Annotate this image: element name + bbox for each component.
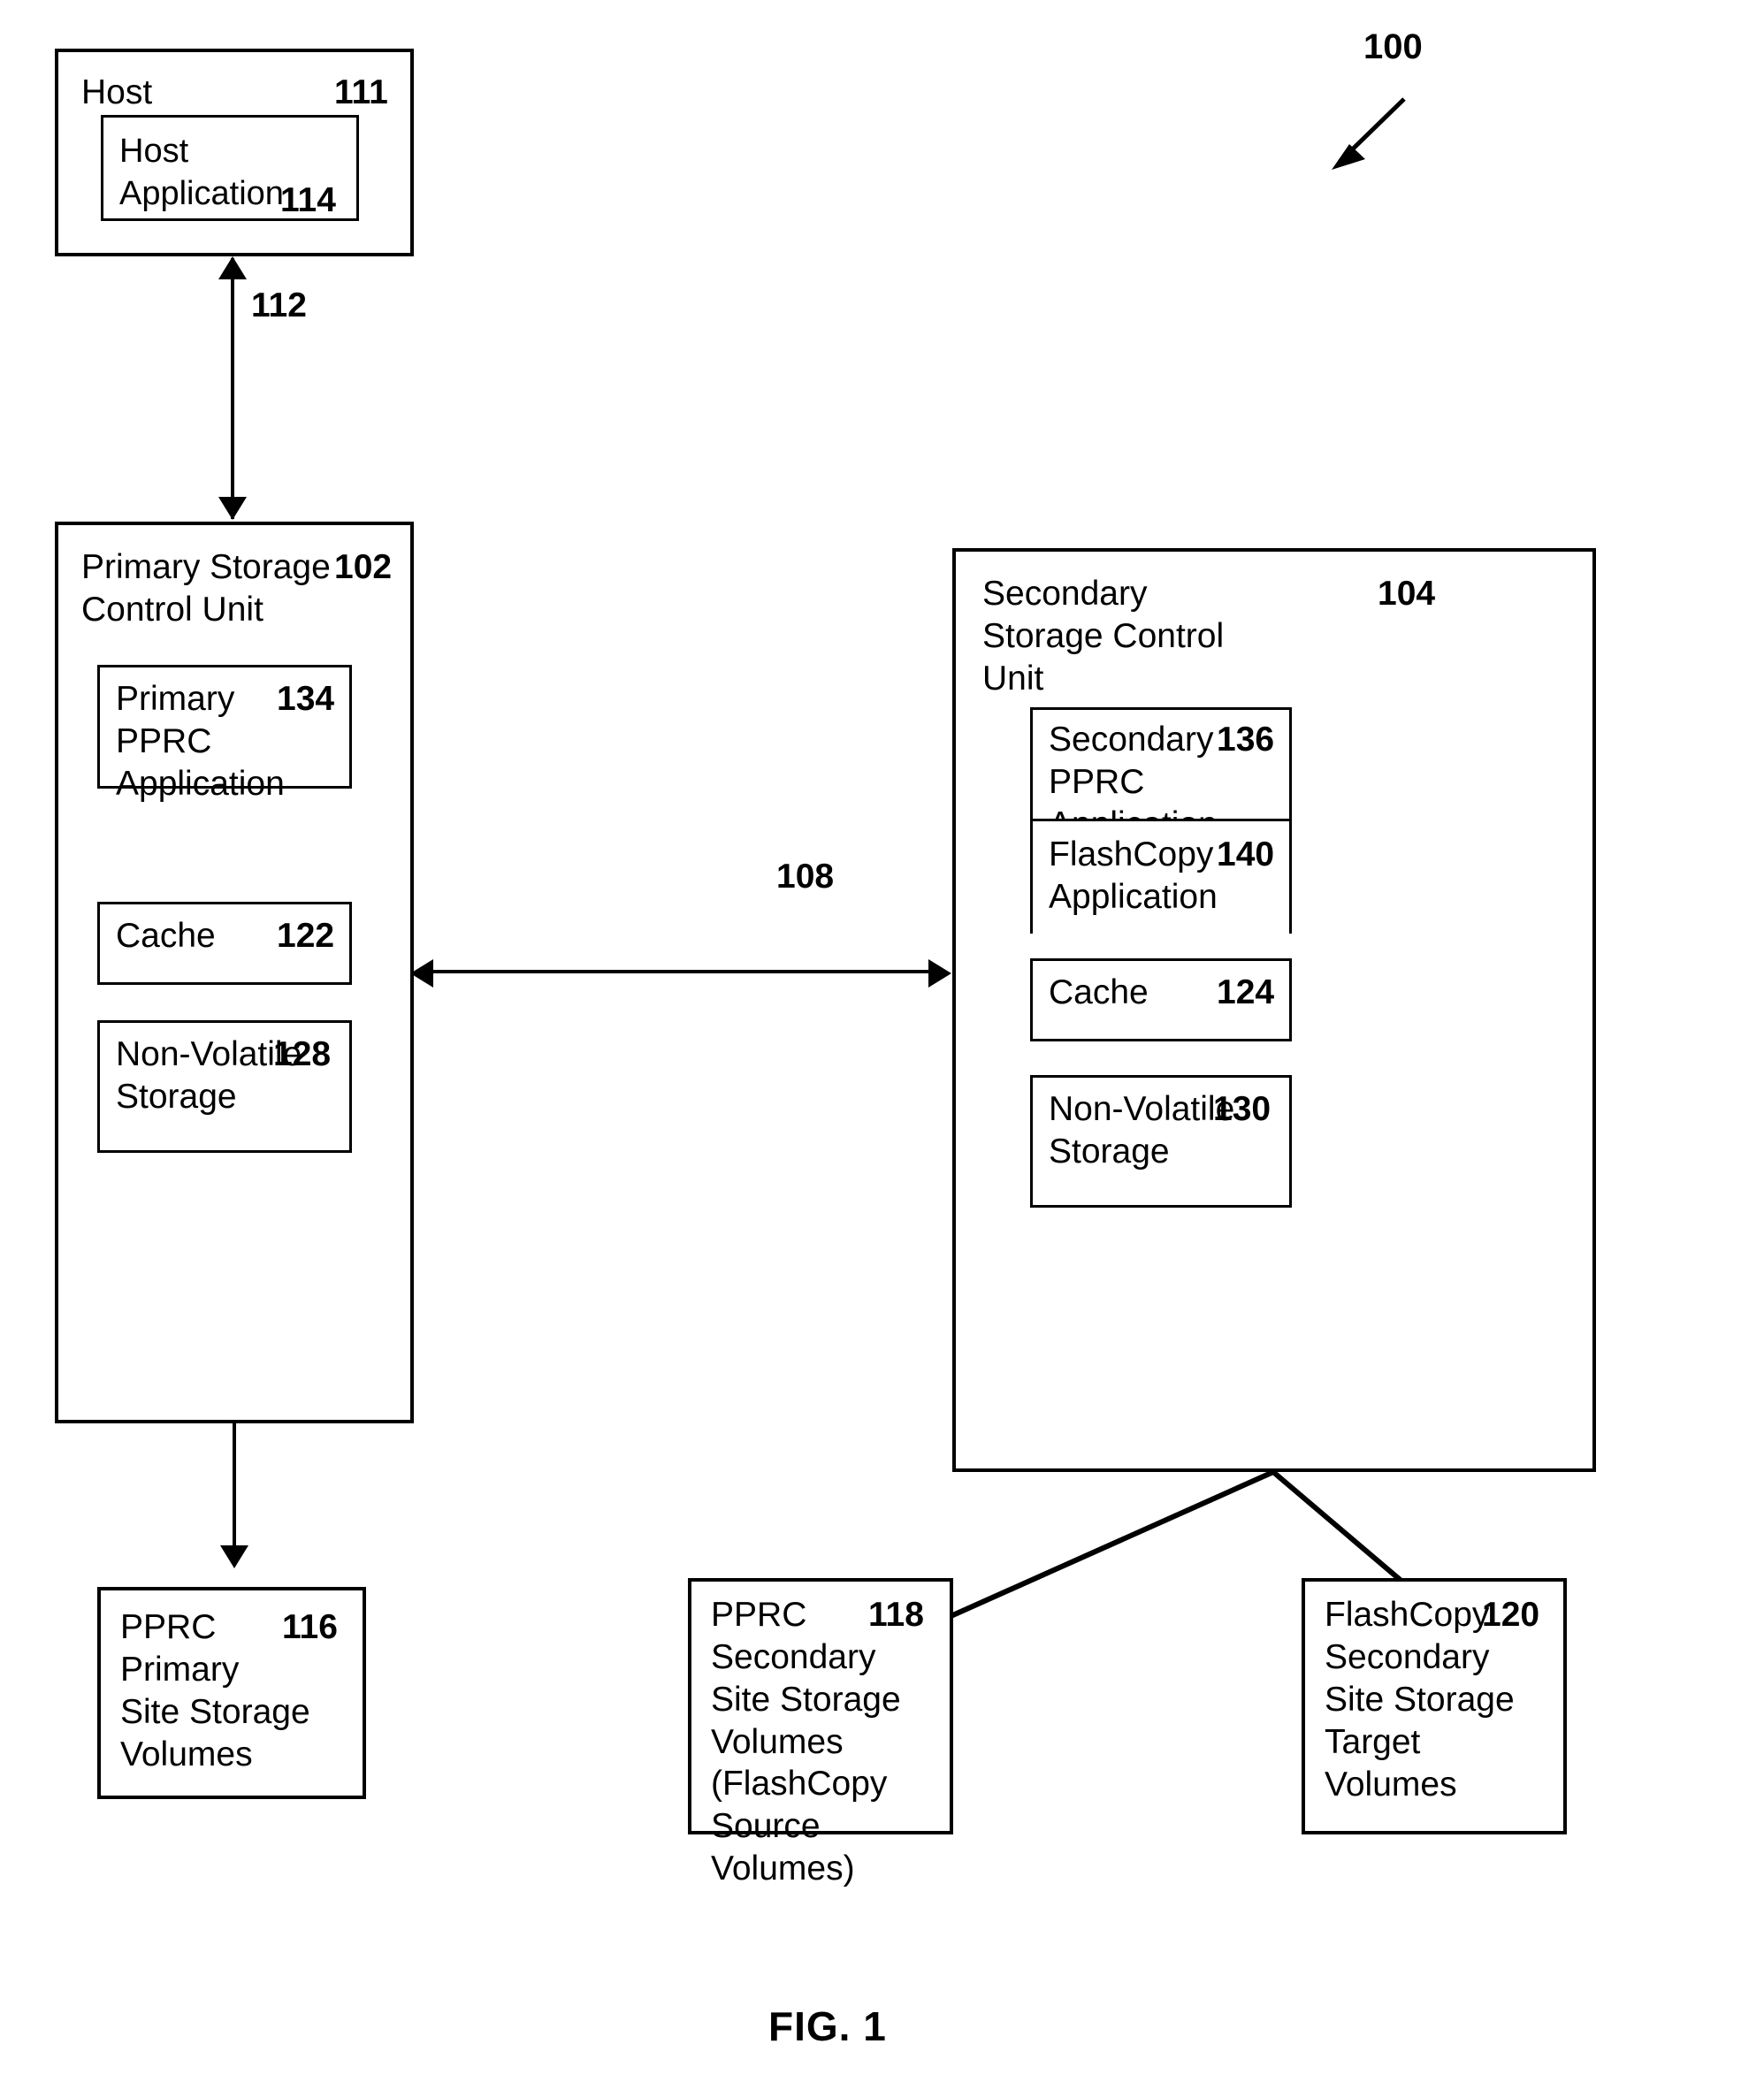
host-primary-line xyxy=(231,258,234,519)
primary-to-volumes-line xyxy=(233,1423,236,1556)
primary-pprc-application-box[interactable]: Primary PPRC Application 134 xyxy=(97,665,352,803)
primary-pprc-application-label: Primary PPRC Application xyxy=(116,680,285,803)
primary-storage-control-unit-box[interactable]: Primary Storage Control Unit 102 Primary… xyxy=(55,522,414,1423)
secondary-cache-label: Cache xyxy=(1049,973,1149,1011)
secondary-pprc-application-box[interactable]: Secondary PPRC Application 136 xyxy=(1033,710,1289,843)
pprc-primary-volumes-ref: 116 xyxy=(282,1608,338,1646)
secondary-pprc-application-ref: 136 xyxy=(1217,721,1275,759)
primary-to-volumes-arrowhead xyxy=(220,1545,248,1568)
flashcopy-target-volumes-box[interactable]: FlashCopy Secondary Site Storage Target … xyxy=(1302,1578,1567,1834)
primary-cache-ref: 122 xyxy=(277,917,335,955)
connector-112-ref: 112 xyxy=(251,286,307,324)
primary-secondary-line xyxy=(431,970,935,973)
primary-storage-control-unit-ref: 102 xyxy=(334,548,393,586)
primary-cache-label: Cache xyxy=(116,917,216,955)
system-pointer-arrow xyxy=(1332,97,1406,170)
primary-pprc-application-ref: 134 xyxy=(277,680,335,718)
secondary-nvs-box[interactable]: Non-Volatile Storage 130 xyxy=(1030,1075,1292,1208)
system-reference-number: 100 xyxy=(1363,27,1423,66)
primary-secondary-arrowhead-left xyxy=(410,959,433,988)
secondary-nvs-ref: 130 xyxy=(1213,1090,1271,1128)
host-label: Host xyxy=(81,73,153,111)
host-ref: 111 xyxy=(334,73,388,111)
secondary-cache-ref: 124 xyxy=(1217,973,1275,1011)
host-application-ref: 114 xyxy=(280,181,336,219)
secondary-storage-control-unit-box[interactable]: Secondary Storage Control Unit 104 Secon… xyxy=(952,548,1596,1472)
flashcopy-target-volumes-ref: 120 xyxy=(1482,1596,1540,1634)
primary-cache-box[interactable]: Cache 122 xyxy=(97,902,352,985)
secondary-storage-control-unit-label: Secondary Storage Control Unit xyxy=(982,575,1225,698)
secondary-applications-stack: Secondary PPRC Application 136 FlashCopy… xyxy=(1030,707,1292,934)
connector-108-ref: 108 xyxy=(776,858,835,896)
secondary-storage-control-unit-ref: 104 xyxy=(1378,575,1436,613)
pprc-secondary-volumes-box[interactable]: PPRC Secondary Site Storage Volumes 118 … xyxy=(688,1578,953,1888)
host-primary-arrowhead-down xyxy=(218,497,247,520)
figure-caption: FIG. 1 xyxy=(768,2003,887,2049)
primary-nvs-ref: 128 xyxy=(273,1035,332,1073)
secondary-cache-box[interactable]: Cache 124 xyxy=(1030,958,1292,1041)
primary-secondary-arrowhead-right xyxy=(928,959,951,988)
patent-figure-1: 100 Host 111 Host Application 114 112 Pr… xyxy=(0,0,1764,2082)
host-application-box[interactable]: Host Application 114 xyxy=(101,115,359,221)
secondary-nvs-label: Non-Volatile Storage xyxy=(1049,1090,1235,1171)
flashcopy-application-ref: 140 xyxy=(1217,835,1275,873)
primary-storage-control-unit-label: Primary Storage Control Unit xyxy=(81,548,331,629)
pprc-primary-volumes-box[interactable]: PPRC Primary Site Storage Volumes 116 xyxy=(97,1587,366,1799)
host-box[interactable]: Host 111 Host Application 114 xyxy=(55,49,414,256)
pprc-secondary-volumes-subtitle: (FlashCopy Source Volumes) xyxy=(711,1765,888,1888)
host-primary-arrowhead-up xyxy=(218,256,247,279)
primary-nvs-box[interactable]: Non-Volatile Storage 128 xyxy=(97,1020,352,1153)
flashcopy-application-label: FlashCopy Application xyxy=(1049,835,1218,916)
pprc-secondary-volumes-ref: 118 xyxy=(868,1596,924,1634)
flashcopy-application-box[interactable]: FlashCopy Application 140 xyxy=(1033,819,1289,934)
